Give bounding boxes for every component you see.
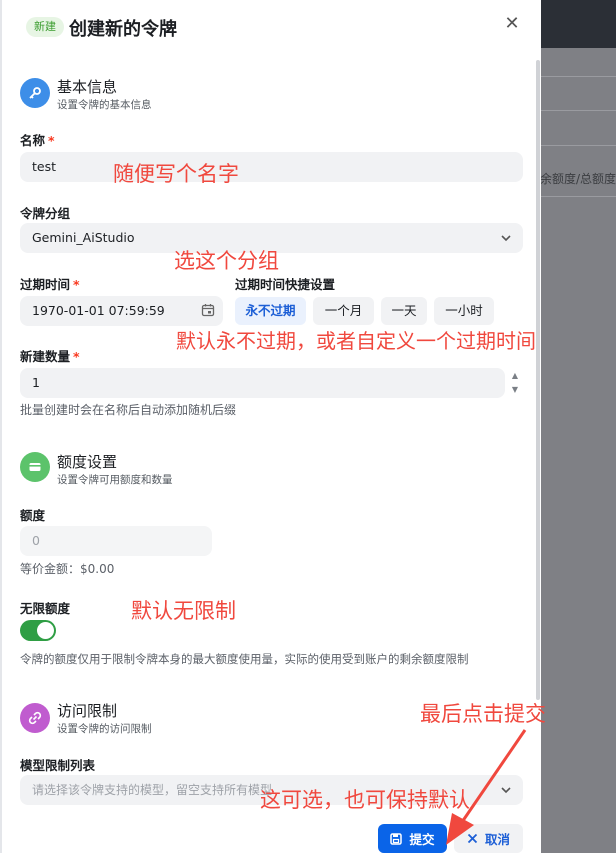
group-label: 令牌分组 bbox=[20, 206, 71, 221]
annotation-submit: 最后点击提交 bbox=[420, 702, 546, 726]
stepper-down-icon[interactable]: ▼ bbox=[508, 383, 522, 397]
quota-title: 额度设置 bbox=[57, 453, 118, 471]
link-icon bbox=[20, 703, 50, 733]
calendar-icon[interactable] bbox=[201, 303, 215, 317]
amount-label: 额度 bbox=[20, 508, 46, 523]
equivalent-amount: 等价金额：$0.00 bbox=[20, 562, 115, 576]
drawer-scrollbar[interactable] bbox=[536, 60, 540, 700]
access-subtitle: 设置令牌的访问限制 bbox=[57, 723, 152, 735]
quick-hour-button[interactable]: 一小时 bbox=[434, 297, 494, 325]
annotation-group: 选这个分组 bbox=[174, 249, 279, 273]
save-icon bbox=[390, 832, 403, 845]
basic-info-title: 基本信息 bbox=[57, 78, 118, 96]
stepper-up-icon[interactable]: ▲ bbox=[508, 369, 522, 383]
chevron-down-icon bbox=[501, 235, 511, 242]
name-input[interactable]: test bbox=[20, 152, 523, 182]
models-label: 模型限制列表 bbox=[20, 758, 96, 773]
annotation-unlimited: 默认无限制 bbox=[131, 599, 236, 623]
amount-input[interactable]: 0 bbox=[20, 526, 212, 556]
name-label: 名称 * bbox=[20, 133, 55, 148]
key-icon bbox=[20, 78, 50, 108]
new-badge: 新建 bbox=[26, 17, 64, 37]
quick-day-button[interactable]: 一天 bbox=[381, 297, 427, 325]
close-button[interactable]: ✕ bbox=[502, 14, 522, 34]
toggle-knob bbox=[37, 622, 54, 639]
background-topbar bbox=[540, 0, 616, 48]
quantity-stepper[interactable]: ▲ ▼ bbox=[508, 369, 522, 397]
drawer-title: 创建新的令牌 bbox=[69, 19, 177, 40]
background-column-header: 余额度/总额度 bbox=[540, 172, 616, 186]
annotation-expire: 默认永不过期，或者自定义一个过期时间 bbox=[176, 329, 536, 353]
modal-overlay[interactable] bbox=[540, 48, 616, 853]
count-input[interactable]: 1 bbox=[20, 368, 505, 398]
quota-note: 令牌的额度仅用于限制令牌本身的最大额度使用量，实际的使用受到账户的剩余额度限制 bbox=[20, 652, 469, 666]
count-hint: 批量创建时会在名称后自动添加随机后缀 bbox=[20, 403, 237, 417]
background-divider bbox=[540, 196, 616, 197]
background-divider bbox=[540, 76, 616, 77]
background-divider bbox=[540, 110, 616, 111]
credit-card-icon bbox=[20, 452, 50, 482]
access-title: 访问限制 bbox=[57, 702, 118, 720]
expire-date-input[interactable]: 1970-01-01 07:59:59 bbox=[20, 296, 223, 326]
count-label: 新建数量 * bbox=[20, 349, 80, 364]
drawer-header: 新建 创建新的令牌 ✕ bbox=[2, 0, 543, 52]
quota-subtitle: 设置令牌可用额度和数量 bbox=[57, 474, 173, 486]
annotation-name: 随便写个名字 bbox=[113, 162, 239, 186]
annotation-arrow bbox=[446, 729, 527, 845]
quick-never-button[interactable]: 永不过期 bbox=[235, 297, 306, 325]
unlimited-label: 无限额度 bbox=[20, 601, 71, 616]
unlimited-toggle[interactable] bbox=[20, 620, 56, 641]
expire-label: 过期时间 * bbox=[20, 277, 80, 292]
quick-month-button[interactable]: 一个月 bbox=[313, 297, 374, 325]
quick-expire-label: 过期时间快捷设置 bbox=[235, 277, 336, 292]
background-divider bbox=[540, 145, 616, 146]
basic-info-subtitle: 设置令牌的基本信息 bbox=[57, 99, 152, 111]
